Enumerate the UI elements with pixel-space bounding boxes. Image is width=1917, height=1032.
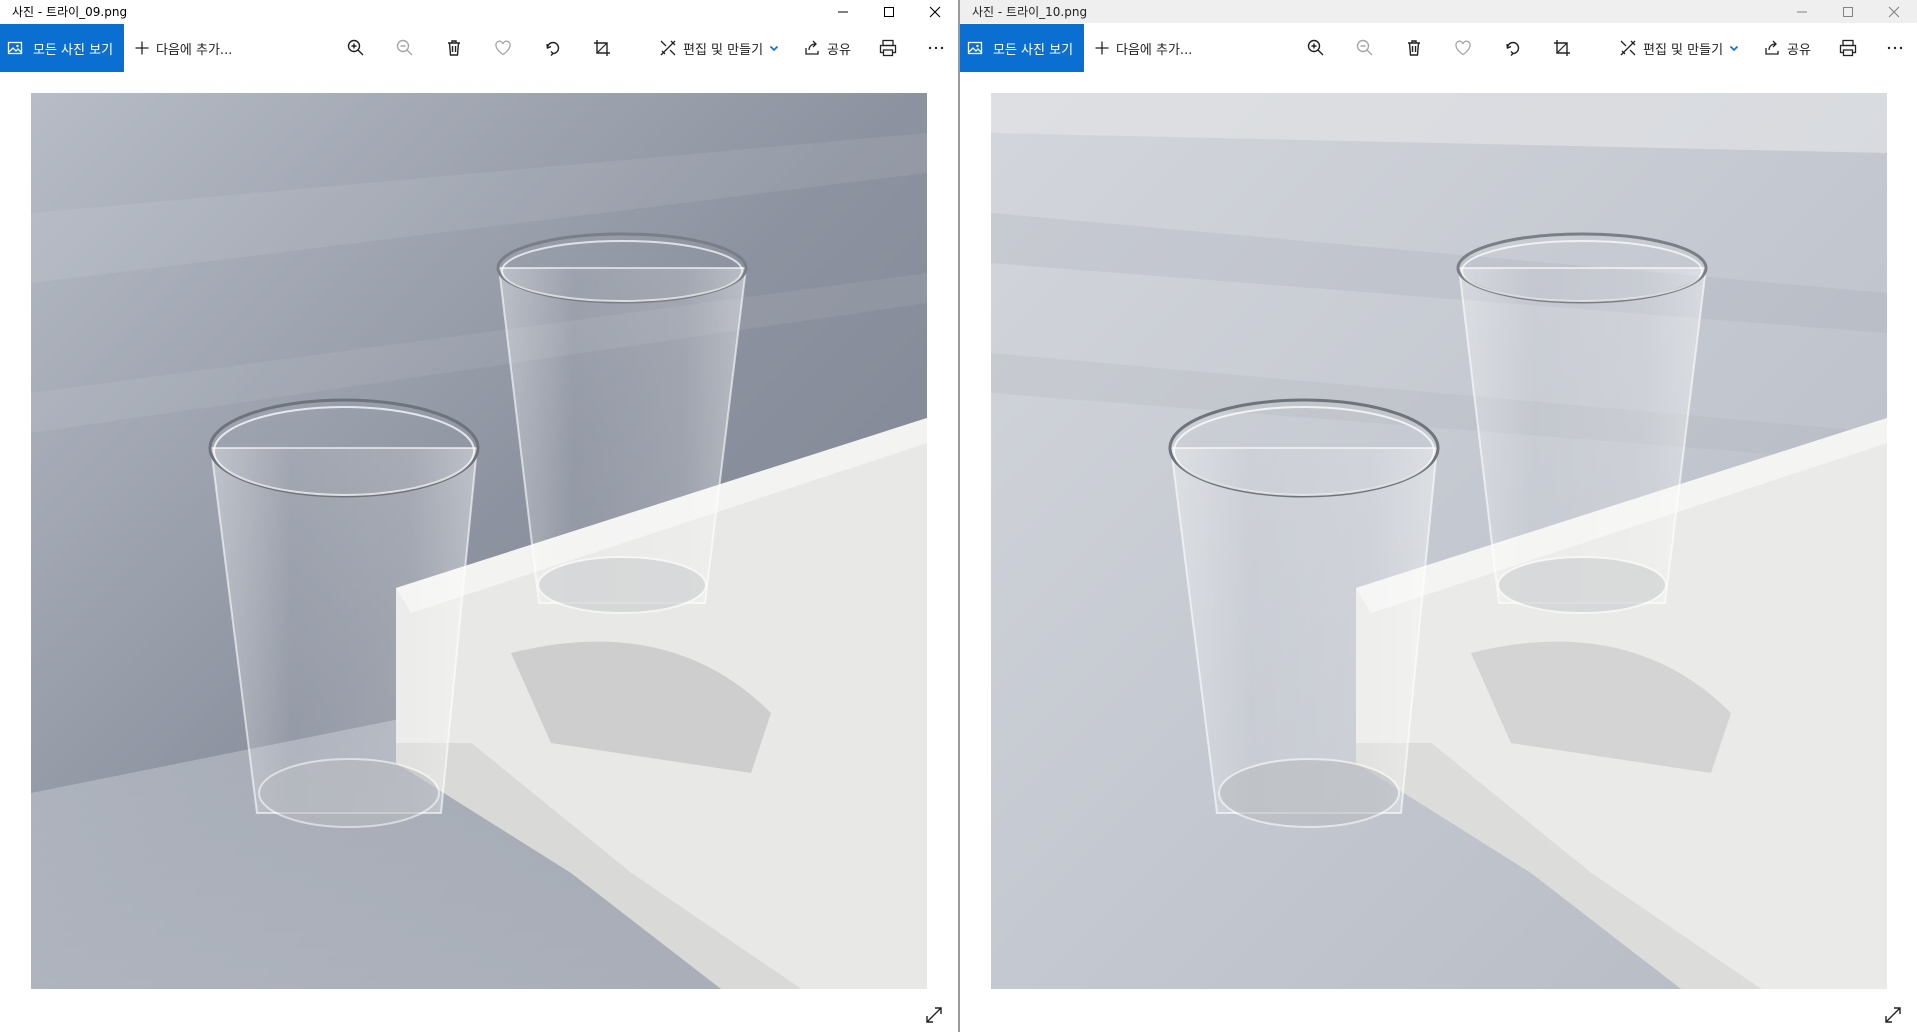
- close-icon[interactable]: [912, 0, 958, 23]
- minimize-icon[interactable]: [1779, 0, 1825, 23]
- chevron-down-icon: [769, 43, 779, 53]
- photos-icon: [967, 40, 983, 56]
- favorite-icon[interactable]: [1451, 36, 1475, 60]
- close-icon[interactable]: [1871, 0, 1917, 23]
- more-icon[interactable]: [1883, 36, 1907, 60]
- window-title: 사진 - 트라이_09.png: [12, 5, 128, 19]
- photo-canvas: [0, 72, 958, 1032]
- chevron-down-icon: [1729, 43, 1739, 53]
- window-title: 사진 - 트라이_10.png: [972, 5, 1088, 19]
- toolbar: 모든 사진 보기 다음에 추가... 편집 및 만들기 공유: [0, 24, 958, 72]
- share-icon: [1763, 39, 1781, 57]
- plus-icon: [134, 40, 150, 56]
- add-to-button[interactable]: 다음에 추가...: [134, 24, 232, 72]
- edit-create-label: 편집 및 만들기: [1643, 42, 1724, 58]
- all-photos-button[interactable]: 모든 사진 보기: [960, 24, 1084, 72]
- edit-icon: [1619, 39, 1637, 57]
- photos-window-right: 사진 - 트라이_10.png 모든 사진 보기 다음에 추가... 편집 및 …: [960, 0, 1917, 1032]
- all-photos-label: 모든 사진 보기: [33, 42, 114, 58]
- print-icon[interactable]: [1836, 36, 1860, 60]
- share-icon: [803, 39, 821, 57]
- print-icon[interactable]: [876, 36, 900, 60]
- plus-icon: [1094, 40, 1110, 56]
- photo-canvas: [960, 72, 1917, 1032]
- photo-image[interactable]: [991, 93, 1887, 989]
- edit-create-label: 편집 및 만들기: [683, 42, 764, 58]
- edit-create-button[interactable]: 편집 및 만들기: [659, 24, 779, 72]
- all-photos-button[interactable]: 모든 사진 보기: [0, 24, 124, 72]
- delete-icon[interactable]: [442, 36, 466, 60]
- photos-window-left: 사진 - 트라이_09.png 모든 사진 보기 다음에 추가... 편집 및 …: [0, 0, 958, 1032]
- delete-icon[interactable]: [1402, 36, 1426, 60]
- favorite-icon[interactable]: [491, 36, 515, 60]
- more-icon[interactable]: [924, 36, 948, 60]
- crop-icon[interactable]: [1550, 36, 1574, 60]
- rotate-icon[interactable]: [1501, 36, 1525, 60]
- share-button[interactable]: 공유: [1763, 24, 1811, 72]
- zoom-in-icon[interactable]: [1304, 36, 1328, 60]
- crop-icon[interactable]: [590, 36, 614, 60]
- photos-icon: [7, 40, 23, 56]
- add-to-label: 다음에 추가...: [1116, 42, 1193, 58]
- zoom-out-icon[interactable]: [1353, 36, 1377, 60]
- maximize-icon[interactable]: [1825, 0, 1871, 23]
- add-to-button[interactable]: 다음에 추가...: [1094, 24, 1192, 72]
- title-bar[interactable]: 사진 - 트라이_10.png: [960, 0, 1917, 23]
- title-bar[interactable]: 사진 - 트라이_09.png: [0, 0, 958, 23]
- rotate-icon[interactable]: [541, 36, 565, 60]
- share-label: 공유: [1787, 42, 1811, 58]
- zoom-out-icon[interactable]: [393, 36, 417, 60]
- share-button[interactable]: 공유: [803, 24, 851, 72]
- photo-image[interactable]: [31, 93, 927, 989]
- maximize-icon[interactable]: [866, 0, 912, 23]
- add-to-label: 다음에 추가...: [156, 42, 233, 58]
- minimize-icon[interactable]: [820, 0, 866, 23]
- share-label: 공유: [827, 42, 851, 58]
- fullscreen-icon[interactable]: [1881, 1003, 1905, 1027]
- fullscreen-icon[interactable]: [922, 1003, 946, 1027]
- edit-create-button[interactable]: 편집 및 만들기: [1619, 24, 1739, 72]
- zoom-in-icon[interactable]: [344, 36, 368, 60]
- toolbar: 모든 사진 보기 다음에 추가... 편집 및 만들기 공유: [960, 24, 1917, 72]
- edit-icon: [659, 39, 677, 57]
- all-photos-label: 모든 사진 보기: [993, 42, 1074, 58]
